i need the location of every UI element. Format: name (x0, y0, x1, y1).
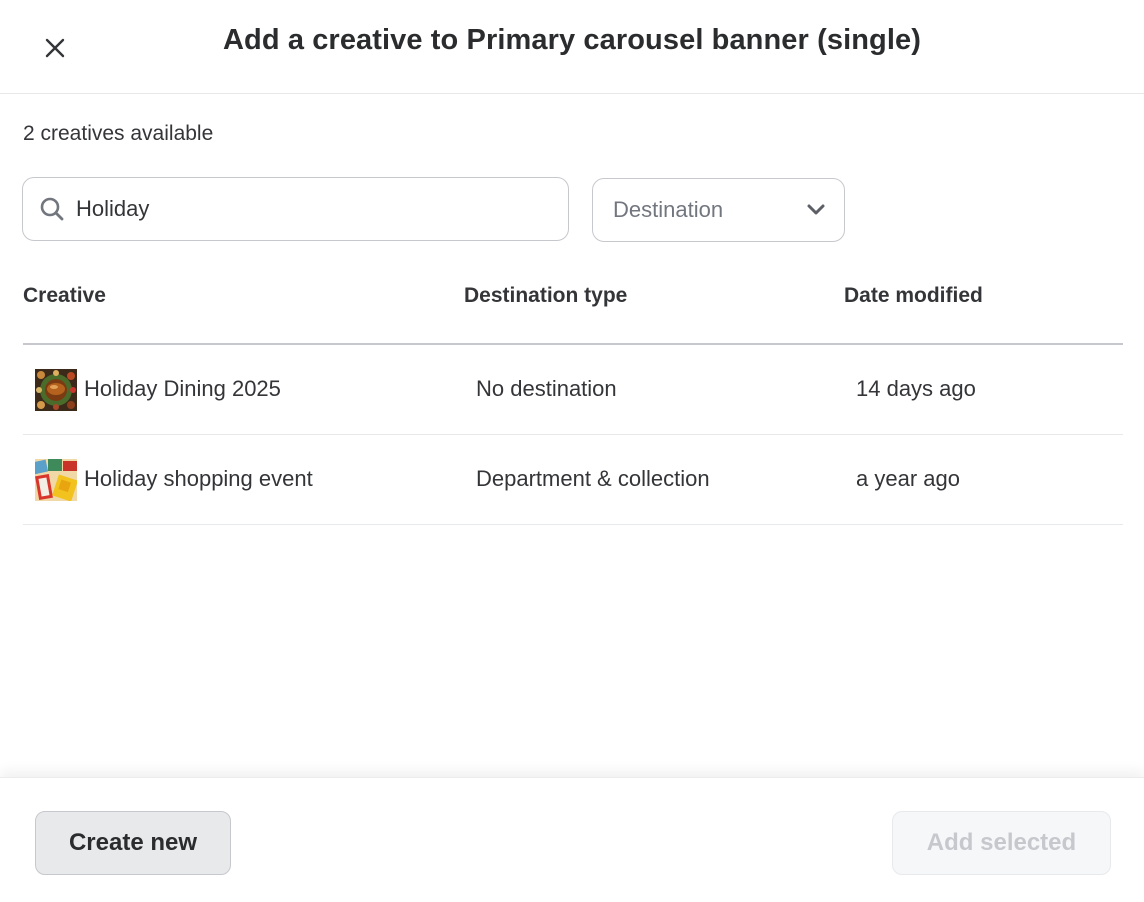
creative-name: Holiday Dining 2025 (84, 376, 281, 401)
column-header-destination-type: Destination type (464, 284, 628, 307)
destination-filter-dropdown[interactable]: Destination (592, 178, 845, 242)
holiday-dining-thumbnail (35, 369, 77, 411)
add-selected-button[interactable]: Add selected (892, 811, 1111, 875)
chevron-down-icon (807, 204, 825, 215)
modal-header: Add a creative to Primary carousel banne… (0, 0, 1144, 94)
destination-filter-label: Destination (613, 197, 724, 222)
table-row[interactable]: Holiday Dining 2025 No destination 14 da… (23, 345, 1123, 435)
table-row[interactable]: Holiday shopping event Department & coll… (23, 435, 1123, 525)
date-modified: 14 days ago (856, 376, 976, 401)
modal-footer: Create new Add selected (0, 777, 1144, 902)
creatives-count: 2 creatives available (23, 122, 214, 145)
search-icon (38, 195, 66, 223)
add-creative-modal: Add a creative to Primary carousel banne… (0, 0, 1144, 902)
holiday-shopping-thumbnail (35, 459, 77, 501)
creative-name: Holiday shopping event (84, 466, 313, 491)
destination-type: Department & collection (476, 466, 710, 491)
destination-type: No destination (476, 376, 617, 401)
search-input[interactable] (76, 196, 516, 222)
column-header-creative: Creative (23, 284, 106, 307)
column-header-date-modified: Date modified (844, 284, 983, 307)
modal-title: Add a creative to Primary carousel banne… (222, 24, 921, 56)
date-modified: a year ago (856, 466, 960, 491)
create-new-button[interactable]: Create new (35, 811, 231, 875)
search-field[interactable] (22, 177, 569, 241)
